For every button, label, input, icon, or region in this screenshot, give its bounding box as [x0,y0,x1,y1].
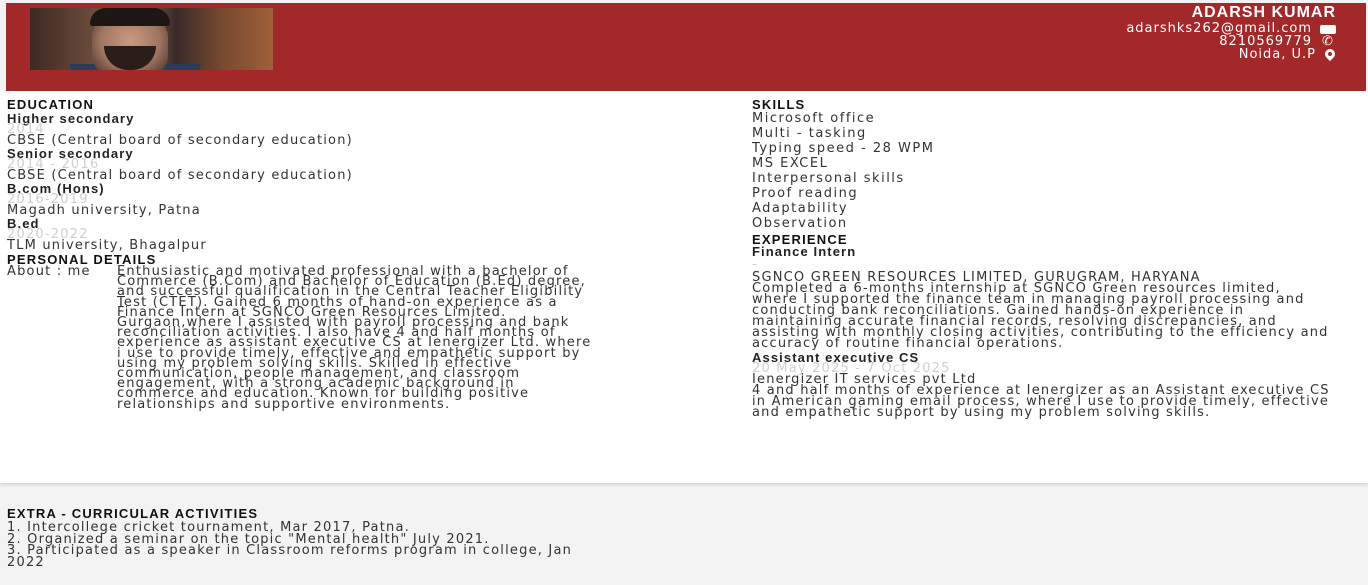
skill-item: Typing speed - 28 WPM [752,141,935,156]
candidate-name: ADARSH KUMAR [1191,4,1336,21]
location-pin-icon [1324,49,1336,61]
education-institution: CBSE (Central board of secondary educati… [7,168,353,183]
education-item: Senior secondary 2014 - 2016 CBSE (Centr… [7,147,607,183]
right-column: SKILLS Microsoft office Multi - tasking … [752,97,1332,420]
education-institution: Magadh university, Patna [7,203,201,218]
resume-page: ADARSH KUMAR adarshks262@gmail.com 82105… [0,0,1368,585]
skill-item: Interpersonal skills [752,171,905,186]
about-me: About : me Enthusiastic and motivated pr… [7,264,607,412]
education-degree: Higher secondary [7,111,135,126]
skills-title: SKILLS [752,97,806,112]
about-text: Enthusiastic and motivated professional … [117,264,592,412]
about-label: About : me [7,264,91,279]
contact-block: ADARSH KUMAR adarshks262@gmail.com 82105… [1126,3,1336,61]
location-line: Noida, U.P [1126,48,1336,61]
skill-item: Adaptability [752,201,849,216]
left-column: EDUCATION Higher secondary 2014 CBSE (Ce… [7,97,607,412]
education-item: B.ed 2020-2022 TLM university, Bhagalpur [7,216,607,253]
education-title: EDUCATION [7,97,95,112]
education-degree: B.ed [7,216,40,231]
education-item: Higher secondary 2014 CBSE (Central boar… [7,111,607,148]
education-institution: CBSE (Central board of secondary educati… [7,133,353,148]
education-degree: B.com (Hons) [7,181,105,196]
location-text: Noida, U.P [1238,47,1316,62]
resume-header: ADARSH KUMAR adarshks262@gmail.com 82105… [6,3,1366,91]
experience-role: Finance Intern [752,244,857,259]
skill-item: MS EXCEL [752,156,829,171]
skill-item: Multi - tasking [752,126,867,141]
profile-photo [30,8,273,70]
experience-date: - [752,257,758,272]
resume-body: EDUCATION Higher secondary 2014 CBSE (Ce… [0,91,1368,483]
phone-icon: ✆ [1322,33,1334,49]
skill-item: Observation [752,216,848,231]
extra-curricular-section: EXTRA - CURRICULAR ACTIVITIES 1. Interco… [7,506,607,570]
education-item: B.com (Hons) 2016-2019 Magadh university… [7,181,607,218]
experience-item: Assistant executive CS 20 May 2025 - 7 O… [752,351,1332,420]
education-institution: TLM university, Bhagalpur [7,238,207,253]
experience-description: 4 and half months of experience at Iener… [752,383,1330,420]
experience-item: Finance Intern - SGNCO GREEN RESOURCES L… [752,244,1332,351]
skill-item: Proof reading [752,186,859,201]
experience-description: Completed a 6-months internship at SGNCO… [752,281,1329,351]
activity-item: 3. Participated as a speaker in Classroo… [7,543,573,570]
mail-icon [1320,25,1336,34]
skill-item: Microsoft office [752,111,876,126]
extra-curricular-title: EXTRA - CURRICULAR ACTIVITIES [7,506,259,521]
